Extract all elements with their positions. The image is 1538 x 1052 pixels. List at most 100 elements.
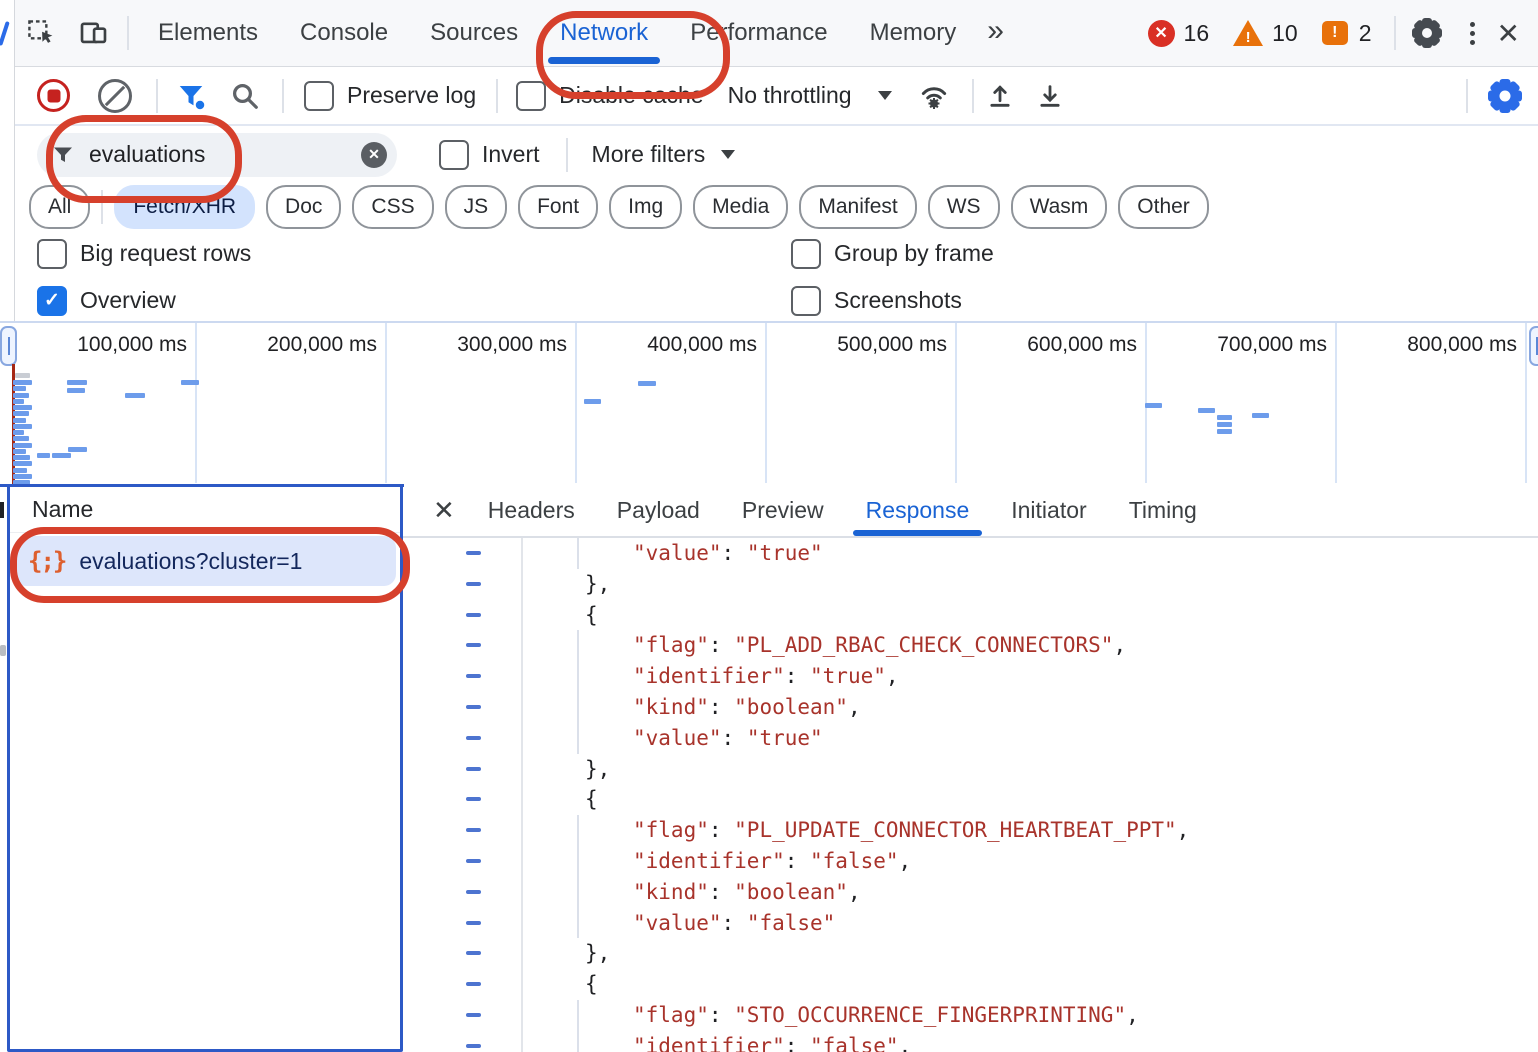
request-list-header[interactable]: Name <box>10 487 400 533</box>
big-request-rows-checkbox[interactable] <box>37 239 67 269</box>
json-punctuation-token: , <box>899 849 912 873</box>
issues-icon[interactable]: ! <box>1322 21 1348 45</box>
code-fold-marker[interactable] <box>466 797 481 801</box>
more-filters-arrow-icon[interactable] <box>721 150 735 159</box>
selected-detail-tab-underline <box>853 530 983 536</box>
disable-cache-checkbox[interactable] <box>516 81 546 111</box>
network-overview-timeline[interactable]: 100,000 ms200,000 ms300,000 ms400,000 ms… <box>0 321 1538 483</box>
detail-tab-payload[interactable]: Payload <box>596 484 721 536</box>
close-devtools-icon[interactable]: ✕ <box>1497 17 1520 50</box>
tab-console[interactable]: Console <box>279 0 409 66</box>
network-conditions-icon[interactable] <box>918 81 950 111</box>
detail-tab-timing[interactable]: Timing <box>1108 484 1218 536</box>
filter-input-pill[interactable]: ✕ <box>37 133 397 177</box>
more-tabs-icon[interactable]: » <box>987 14 1002 48</box>
code-fold-marker[interactable] <box>466 582 481 586</box>
detail-tab-response[interactable]: Response <box>845 484 991 536</box>
tab-memory[interactable]: Memory <box>849 0 978 66</box>
code-fold-marker[interactable] <box>466 551 481 555</box>
chip-ws[interactable]: WS <box>928 185 1000 229</box>
chip-doc[interactable]: Doc <box>266 185 341 229</box>
request-detail-tabs: ✕ HeadersPayloadPreviewResponseInitiator… <box>403 484 1538 538</box>
json-punctuation-token: , <box>848 880 861 904</box>
export-har-icon[interactable] <box>1036 82 1064 110</box>
invert-checkbox[interactable] <box>439 140 469 170</box>
tab-performance[interactable]: Performance <box>669 0 848 66</box>
toolbar-divider <box>156 79 158 113</box>
chip-other[interactable]: Other <box>1118 185 1209 229</box>
screenshots-option[interactable]: Screenshots <box>791 286 962 316</box>
overview-left-handle[interactable] <box>0 326 17 366</box>
chip-fetch-xhr[interactable]: Fetch/XHR <box>114 185 255 229</box>
more-options-icon[interactable] <box>1470 22 1475 45</box>
tab-elements[interactable]: Elements <box>137 0 279 66</box>
close-detail-icon[interactable]: ✕ <box>433 495 455 526</box>
inspect-element-icon[interactable] <box>27 19 56 48</box>
throttling-dropdown-arrow-icon[interactable] <box>878 91 892 100</box>
filter-text-input[interactable] <box>87 140 311 169</box>
chip-wasm[interactable]: Wasm <box>1011 185 1108 229</box>
tab-sources[interactable]: Sources <box>409 0 539 66</box>
search-icon[interactable] <box>230 81 260 111</box>
overview-request-bar <box>1217 429 1232 434</box>
tab-network[interactable]: Network <box>539 0 669 66</box>
console-warnings-count[interactable]: 10 <box>1272 20 1298 47</box>
code-fold-marker[interactable] <box>466 951 481 955</box>
code-fold-marker[interactable] <box>466 1044 481 1048</box>
code-fold-marker[interactable] <box>466 982 481 986</box>
code-fold-marker[interactable] <box>466 859 481 863</box>
code-fold-marker[interactable] <box>466 1013 481 1017</box>
console-warnings-icon[interactable]: ! <box>1233 20 1263 47</box>
console-errors-count[interactable]: 16 <box>1184 20 1210 47</box>
toolbar-divider <box>566 138 568 172</box>
code-fold-marker[interactable] <box>466 705 481 709</box>
overview-right-handle[interactable] <box>1529 326 1538 366</box>
preserve-log-checkbox[interactable] <box>304 81 334 111</box>
issues-count[interactable]: 2 <box>1359 20 1372 47</box>
code-line: }, <box>403 569 1538 600</box>
code-fold-marker[interactable] <box>466 643 481 647</box>
group-by-frame-option[interactable]: Group by frame <box>791 239 994 269</box>
chip-manifest[interactable]: Manifest <box>799 185 916 229</box>
screenshots-checkbox[interactable] <box>791 286 821 316</box>
selected-tab-underline <box>548 57 660 64</box>
console-errors-icon[interactable]: ✕ <box>1148 20 1175 47</box>
code-fold-marker[interactable] <box>466 767 481 771</box>
code-fold-marker[interactable] <box>466 674 481 678</box>
json-punctuation-token: : <box>785 664 810 688</box>
chip-js[interactable]: JS <box>445 185 508 229</box>
code-fold-marker[interactable] <box>466 613 481 617</box>
detail-tab-preview[interactable]: Preview <box>721 484 845 536</box>
overview-checkbox[interactable]: ✓ <box>37 286 67 316</box>
toolbar-divider <box>972 79 974 113</box>
clear-filter-icon[interactable]: ✕ <box>361 142 387 168</box>
overview-option[interactable]: ✓ Overview <box>37 286 176 316</box>
detail-tab-headers[interactable]: Headers <box>467 484 596 536</box>
throttling-select[interactable]: No throttling <box>728 82 852 109</box>
code-fold-marker[interactable] <box>466 921 481 925</box>
chip-css[interactable]: CSS <box>352 185 433 229</box>
filter-funnel-icon <box>51 143 75 167</box>
group-by-frame-checkbox[interactable] <box>791 239 821 269</box>
code-fold-marker[interactable] <box>466 828 481 832</box>
filter-icon[interactable] <box>176 81 206 111</box>
detail-tab-initiator[interactable]: Initiator <box>990 484 1107 536</box>
chip-img[interactable]: Img <box>609 185 682 229</box>
device-toolbar-icon[interactable] <box>78 19 109 48</box>
settings-gear-icon[interactable] <box>1412 18 1442 48</box>
toolbar-divider <box>127 16 129 50</box>
import-har-icon[interactable] <box>986 82 1014 110</box>
code-fold-marker[interactable] <box>466 890 481 894</box>
chip-font[interactable]: Font <box>518 185 598 229</box>
chip-media[interactable]: Media <box>693 185 788 229</box>
record-network-log-icon[interactable] <box>37 79 70 112</box>
chip-all[interactable]: All <box>29 185 90 229</box>
request-row[interactable]: {;} evaluations?cluster=1 <box>14 536 396 586</box>
code-fold-marker[interactable] <box>466 736 481 740</box>
network-settings-gear-icon[interactable] <box>1488 79 1522 113</box>
big-request-rows-option[interactable]: Big request rows <box>37 239 251 269</box>
more-filters-button[interactable]: More filters <box>592 141 706 168</box>
clear-network-log-icon[interactable] <box>98 79 132 113</box>
response-code[interactable]: "value": "true"},{"flag": "PL_ADD_RBAC_C… <box>403 538 1538 1052</box>
json-string-token: "identifier" <box>633 849 785 873</box>
